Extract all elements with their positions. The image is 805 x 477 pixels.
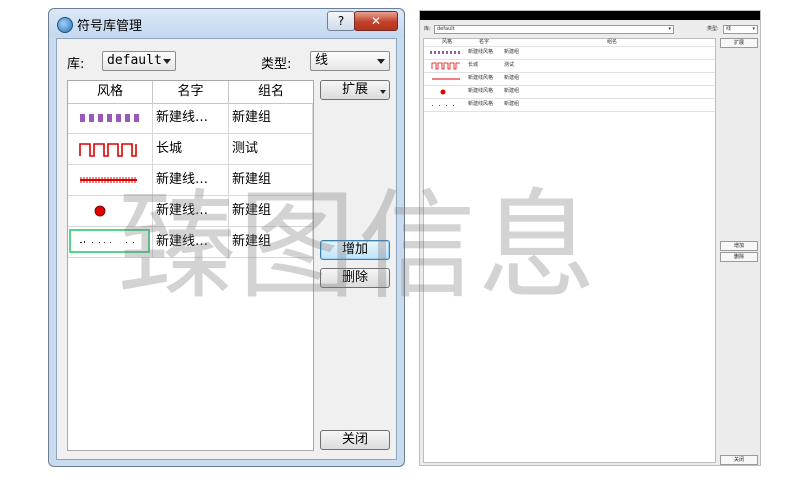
group-cell: 测试 [229, 134, 313, 164]
expand-button[interactable]: 扩展 [320, 80, 390, 100]
preview-group-cell: 新建组 [504, 49, 520, 55]
column-header-style[interactable]: 风格 [68, 81, 153, 103]
chevron-down-icon [163, 59, 171, 64]
square-wave-line-icon [79, 143, 137, 157]
preview-type-select[interactable]: 线 ▾ [723, 25, 758, 34]
type-select[interactable]: 线 [310, 51, 390, 71]
group-cell: 新建组 [229, 227, 313, 257]
table-row-selected[interactable]: 新建线… 新建组 [68, 227, 313, 258]
table-header: 风格 名字 组名 [68, 81, 313, 104]
close-button[interactable]: 关闭 [320, 430, 390, 450]
preview-group-cell: 新建组 [504, 75, 520, 81]
preview-table-row[interactable]: 新建线风格 新建组 [424, 86, 715, 99]
column-header-group[interactable]: 组名 [229, 81, 313, 103]
preview-expand-button[interactable]: 扩展 [720, 38, 758, 48]
square-wave-line-icon [431, 62, 460, 70]
preview-table-row[interactable]: 新建线风格 新建组 [424, 99, 715, 112]
preview-type-value: 线 [726, 26, 732, 32]
preview-panel: 库: default ▾ 类型: 线 ▾ 风格 名字 组名 新建线风格 新建组 … [419, 10, 761, 466]
style-cell [68, 165, 153, 195]
preview-delete-button[interactable]: 删除 [720, 252, 758, 262]
expand-button-label: 扩展 [341, 82, 368, 97]
type-select-value: 线 [315, 53, 329, 68]
preview-name-cell: 新建线风格 [468, 101, 494, 107]
dashed-purple-line-icon [430, 51, 460, 54]
group-cell: 新建组 [229, 196, 313, 226]
column-header-name[interactable]: 名字 [153, 81, 229, 103]
preview-library-select[interactable]: default ▾ [434, 25, 674, 34]
chevron-down-icon: ▾ [752, 26, 755, 32]
preview-table-row[interactable]: 新建线风格 新建组 [424, 47, 715, 60]
preview-library-value: default [437, 26, 455, 32]
table-row[interactable]: 新建线… 新建组 [68, 103, 313, 134]
symbol-library-dialog: 符号库管理 ? ✕ 库: default 类型: 线 风格 名字 组名 新建线…… [48, 8, 405, 467]
red-dot-icon [440, 89, 446, 95]
preview-table-row[interactable]: 长城 测试 [424, 60, 715, 73]
preview-library-label: 库: [424, 26, 431, 32]
help-button[interactable]: ? [327, 11, 355, 31]
table-row[interactable]: 长城 测试 [68, 134, 313, 165]
delete-button[interactable]: 删除 [320, 268, 390, 288]
title-bar[interactable]: 符号库管理 ? ✕ [49, 9, 404, 37]
red-dot-icon [94, 205, 106, 217]
app-globe-icon [57, 17, 73, 33]
preview-close-button[interactable]: 关闭 [720, 455, 758, 465]
name-cell: 新建线… [153, 227, 229, 257]
preview-group-cell: 新建组 [504, 88, 520, 94]
style-cell [68, 196, 153, 226]
preview-name-cell: 新建线风格 [468, 75, 494, 81]
type-label: 类型: [261, 57, 292, 72]
add-button[interactable]: 增加 [320, 240, 390, 260]
table-row[interactable]: 新建线… 新建组 [68, 196, 313, 227]
chevron-down-icon: ▾ [668, 26, 671, 32]
symbol-table: 风格 名字 组名 新建线… 新建组 长城 测试 新建线… 新建组 新建线… 新建… [67, 80, 314, 451]
preview-title-bar [420, 11, 760, 20]
preview-symbol-table: 风格 名字 组名 新建线风格 新建组 长城 测试 新建线风格 新建组 新建线风格… [423, 38, 716, 463]
group-cell: 新建组 [229, 103, 313, 133]
style-cell [68, 103, 153, 133]
tick-line-icon [432, 78, 460, 80]
preview-group-cell: 测试 [504, 62, 515, 68]
preview-column-name: 名字 [479, 39, 490, 45]
chevron-down-icon [380, 90, 386, 94]
dialog-title: 符号库管理 [77, 19, 143, 34]
preview-type-label: 类型: [707, 26, 719, 32]
tick-line-icon [80, 177, 137, 183]
preview-add-button[interactable]: 增加 [720, 241, 758, 251]
dashed-purple-line-icon [80, 114, 139, 122]
name-cell: 长城 [153, 134, 229, 164]
style-cell [68, 134, 153, 164]
library-select-value: default [107, 53, 162, 68]
preview-table-row[interactable]: 新建线风格 新建组 [424, 73, 715, 86]
preview-name-cell: 新建线风格 [468, 88, 494, 94]
selection-highlight [69, 229, 150, 253]
preview-group-cell: 新建组 [504, 101, 520, 107]
dialog-client-area: 库: default 类型: 线 风格 名字 组名 新建线… 新建组 长城 测试… [56, 38, 397, 460]
style-cell [68, 227, 153, 257]
preview-name-cell: 新建线风格 [468, 49, 494, 55]
sparse-dots-line-icon [432, 105, 454, 106]
table-row[interactable]: 新建线… 新建组 [68, 165, 313, 196]
name-cell: 新建线… [153, 103, 229, 133]
name-cell: 新建线… [153, 196, 229, 226]
library-label: 库: [67, 57, 85, 72]
chevron-down-icon [377, 59, 385, 64]
name-cell: 新建线… [153, 165, 229, 195]
preview-table-header: 风格 名字 组名 [424, 39, 715, 47]
preview-column-style: 风格 [442, 39, 453, 45]
preview-column-group: 组名 [607, 39, 618, 45]
preview-name-cell: 长城 [468, 62, 479, 68]
library-select[interactable]: default [102, 51, 176, 71]
close-window-button[interactable]: ✕ [354, 11, 398, 31]
group-cell: 新建组 [229, 165, 313, 195]
